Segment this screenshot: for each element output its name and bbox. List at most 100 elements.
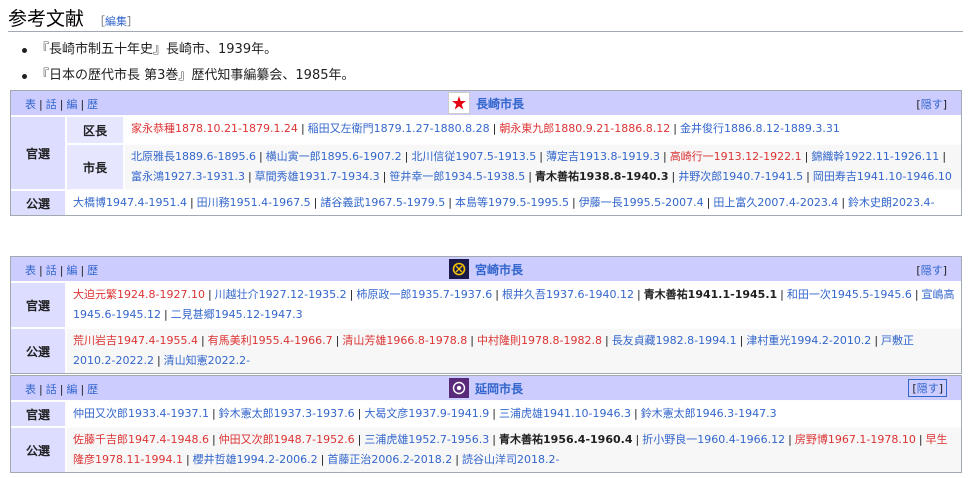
mayor-link[interactable]: 錦織幹1922.11-1926.11 (811, 150, 939, 163)
navbox-hide-toggle[interactable]: [隠す] (916, 96, 947, 112)
navbox-hide-toggle[interactable]: [隠す] (908, 379, 947, 397)
mayor-link[interactable]: 鈴木憲太郎1937.3-1937.6 (219, 407, 355, 420)
navbox-title-bar: 表 | 話 | 編 | 歴 延岡市長 [隠す] (11, 376, 961, 400)
list-divider: | (806, 170, 810, 183)
mayor-link[interactable]: 田川務1951.4-1967.5 (197, 196, 311, 209)
navbox-miyazaki-mayors: 表 | 話 | 編 | 歴 宮崎市長 [隠す] 官選 大迫元繁1924.8-1927.10 |… (10, 256, 962, 374)
mayor-link[interactable]: 有馬美利1955.4-1966.7 (208, 334, 333, 347)
mayor-link[interactable]: 岡田寿吉1941.10-1946.10 (813, 170, 952, 183)
navbox-title: 宮崎市長 (448, 259, 523, 279)
mayor-link[interactable]: 諸谷義武1967.5-1979.5 (320, 196, 445, 209)
navbox-vde-links: 表 | 話 | 編 | 歴 (25, 264, 100, 277)
kosen-row: 公選 佐藤千吉郎1947.4-1948.6 | 仲田又次郎1948.7-1952.6… (11, 426, 961, 472)
mayor-link[interactable]: 大迫元繁1924.8-1927.10 (73, 288, 205, 301)
mayor-link[interactable]: 仲田又次郎1948.7-1952.6 (219, 433, 355, 446)
mayor-link[interactable]: 清山芳雄1966.8-1978.8 (342, 334, 467, 347)
mayor-link[interactable]: 鈴木史朗2023.4- (848, 196, 934, 209)
group-label-kansen: 官選 (11, 402, 67, 426)
current-article-name: 青木善祐1941.1-1945.1 (643, 288, 778, 301)
mayor-link[interactable]: 家永恭種1878.10.21-1879.1.24 (131, 122, 298, 135)
list-divider: | (470, 334, 475, 347)
shicho-list: 北原雅長1889.6-1895.6 | 横山寅一郎1895.6-1907.2 | 北川信… (125, 145, 961, 189)
list-divider: | (739, 334, 744, 347)
list-divider: | (313, 196, 318, 209)
navbox-title-link[interactable]: 宮崎市長 (475, 261, 523, 278)
reference-list: 『長崎市制五十年史』長崎市、1939年。 『日本の歴代市長 第3巻』歴代知事編纂… (22, 37, 355, 89)
group-label-kansen: 官選 (11, 117, 67, 189)
edit-template-link[interactable]: 編 (66, 264, 78, 277)
navbox-title: 延岡市長 (448, 378, 523, 398)
mayor-link[interactable]: 鈴木憲太郎1946.3-1947.3 (641, 407, 777, 420)
mayor-link[interactable]: 川越壮介1927.12-1935.2 (215, 288, 347, 301)
mayor-link[interactable]: 大曷文彦1937.9-1941.9 (364, 407, 489, 420)
mayor-link[interactable]: 柿原政一郎1935.7-1937.6 (356, 288, 492, 301)
edit-template-link[interactable]: 編 (66, 383, 78, 396)
mayor-link[interactable]: 読谷山洋司2018.2- (462, 453, 559, 466)
talk-template-link[interactable]: 話 (46, 383, 58, 396)
mayor-link[interactable]: 井野次郎1940.7-1941.5 (678, 170, 803, 183)
history-template-link[interactable]: 歴 (87, 264, 99, 277)
mayor-link[interactable]: 根井久吾1937.6-1940.12 (502, 288, 634, 301)
navbox-title-bar: 表 | 話 | 編 | 歴 長崎市長 [隠す] (11, 91, 961, 115)
view-template-link[interactable]: 表 (25, 383, 37, 396)
mayor-link[interactable]: 朝永東九郎1880.9.21-1886.8.12 (499, 122, 670, 135)
list-divider: | (258, 150, 263, 163)
mayor-link[interactable]: 仲田又次郎1933.4-1937.1 (73, 407, 209, 420)
view-template-link[interactable]: 表 (25, 264, 37, 277)
kansen-row: 官選 仲田又次郎1933.4-1937.1 | 鈴木憲太郎1937.3-1937.6… (11, 402, 961, 426)
navbox-title-link[interactable]: 延岡市長 (475, 380, 523, 397)
navbox-hide-toggle[interactable]: [隠す] (916, 262, 947, 278)
mayor-link[interactable]: 横山寅一郎1895.6-1907.2 (266, 150, 402, 163)
kosen-row: 公選 荒川岩吉1947.4-1955.4 | 有馬美利1955.4-1966.7 | 清… (11, 327, 961, 373)
mayor-link[interactable]: 北川信従1907.5-1913.5 (411, 150, 536, 163)
mayor-link[interactable]: 首藤正治2006.2-2018.2 (327, 453, 452, 466)
group-label-shicho: 市長 (67, 145, 125, 189)
mayor-link[interactable]: 高崎行一1913.12-1922.1 (670, 150, 802, 163)
mayor-link[interactable]: 津村重光1994.2-2010.2 (746, 334, 871, 347)
mayor-link[interactable]: 佐藤千吉郎1947.4-1948.6 (73, 433, 209, 446)
mayor-link[interactable]: 本島等1979.5-1995.5 (455, 196, 569, 209)
list-divider: | (636, 288, 641, 301)
mayor-link[interactable]: 草間秀雄1931.7-1934.3 (255, 170, 380, 183)
list-divider: | (671, 170, 676, 183)
mayor-link[interactable]: 中村隆則1978.8-1982.8 (477, 334, 602, 347)
mayor-link[interactable]: 富永鴻1927.3-1931.3 (131, 170, 245, 183)
mayor-link[interactable]: 清山知憲2022.2- (164, 354, 250, 367)
list-divider: | (404, 150, 409, 163)
mayor-link[interactable]: 金井俊行1886.8.12-1889.3.31 (680, 122, 840, 135)
kansen-subgroups: 区長 家永恭種1878.10.21-1879.1.24 | 稲田又左衛門1879.1… (67, 117, 961, 189)
list-divider: | (349, 288, 354, 301)
mayor-link[interactable]: 薄定吉1913.8-1919.3 (546, 150, 660, 163)
navbox-nobeoka-mayors: 表 | 話 | 編 | 歴 延岡市長 [隠す] 官選 仲田又次郎1933.4-1937.1 |… (10, 375, 962, 473)
list-divider: | (841, 196, 846, 209)
mayor-link[interactable]: 笹井幸一郎1934.5-1938.5 (389, 170, 525, 183)
mayor-link[interactable]: 三浦虎雄1952.7-1956.3 (364, 433, 489, 446)
group-label-kosen: 公選 (11, 329, 67, 373)
navbox-title-bar: 表 | 話 | 編 | 歴 宮崎市長 [隠す] (11, 257, 961, 281)
mayor-link[interactable]: 折小野良一1960.4-1966.12 (642, 433, 785, 446)
mayor-link[interactable]: 荒川岩吉1947.4-1955.4 (73, 334, 198, 347)
edit-section-link[interactable]: 編集 (105, 15, 127, 28)
mayor-link[interactable]: 長友貞藏1982.8-1994.1 (612, 334, 737, 347)
mayor-link[interactable]: 二見甚郷1945.12-1947.3 (171, 308, 303, 321)
mayor-link[interactable]: 稲田又左衛門1879.1.27-1880.8.28 (308, 122, 490, 135)
mayor-link[interactable]: 櫻井哲雄1994.2-2006.2 (193, 453, 318, 466)
mayor-link[interactable]: 伊藤一長1995.5-2007.4 (579, 196, 704, 209)
talk-template-link[interactable]: 話 (46, 264, 58, 277)
list-divider: | (300, 122, 305, 135)
mayor-link[interactable]: 和田一次1945.5-1945.6 (787, 288, 912, 301)
talk-template-link[interactable]: 話 (46, 98, 58, 111)
mayor-link[interactable]: 大橋博1947.4-1951.4 (73, 196, 187, 209)
history-template-link[interactable]: 歴 (87, 383, 99, 396)
mayor-link[interactable]: 田上富久2007.4-2023.4 (713, 196, 838, 209)
mayor-link[interactable]: 三浦虎雄1941.10-1946.3 (499, 407, 631, 420)
mayor-link[interactable]: 房野博1967.1-1978.10 (795, 433, 916, 446)
navbox-title: 長崎市長 (447, 92, 524, 114)
history-template-link[interactable]: 歴 (87, 98, 99, 111)
navbox-title-link[interactable]: 長崎市長 (476, 95, 524, 112)
navbox-body: 官選 区長 家永恭種1878.10.21-1879.1.24 | 稲田又左衛門187… (11, 117, 961, 189)
edit-template-link[interactable]: 編 (66, 98, 78, 111)
view-template-link[interactable]: 表 (25, 98, 37, 111)
mayor-link[interactable]: 北原雅長1889.6-1895.6 (131, 150, 256, 163)
group-label-kucho: 区長 (67, 117, 125, 143)
